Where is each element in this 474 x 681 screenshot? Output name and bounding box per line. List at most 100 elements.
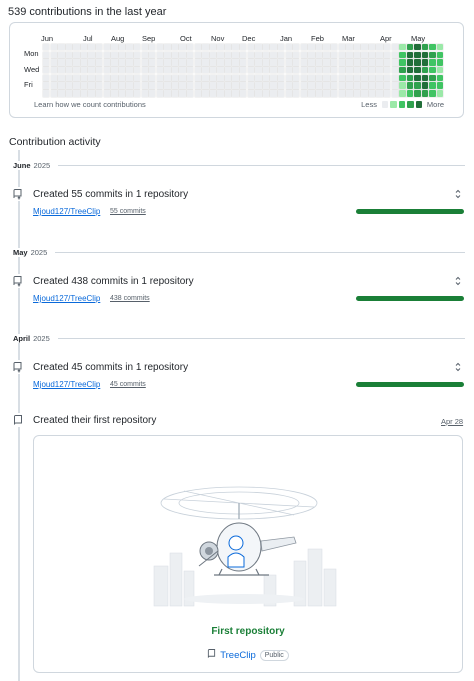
- contribution-day[interactable]: [246, 89, 256, 98]
- contribution-day[interactable]: [435, 42, 445, 52]
- contribution-day[interactable]: [94, 89, 104, 98]
- contribution-day[interactable]: [398, 50, 407, 60]
- contribution-day[interactable]: [367, 50, 377, 60]
- contribution-day[interactable]: [276, 73, 286, 83]
- contribution-day[interactable]: [87, 50, 96, 60]
- contribution-day[interactable]: [125, 42, 134, 52]
- contribution-day[interactable]: [94, 65, 104, 75]
- contribution-day[interactable]: [428, 73, 437, 83]
- contribution-day[interactable]: [117, 89, 127, 98]
- contribution-day[interactable]: [223, 42, 233, 52]
- contribution-day[interactable]: [208, 42, 218, 52]
- contribution-day[interactable]: [193, 81, 203, 90]
- contribution-day[interactable]: [292, 89, 301, 98]
- contribution-day[interactable]: [375, 81, 384, 90]
- contribution-day[interactable]: [261, 50, 271, 60]
- commit-count-link[interactable]: 45 commits: [110, 381, 146, 388]
- unfold-icon[interactable]: [453, 275, 463, 287]
- contribution-day[interactable]: [405, 58, 415, 67]
- contribution-day[interactable]: [405, 65, 415, 75]
- contribution-day[interactable]: [170, 73, 180, 83]
- contribution-day[interactable]: [360, 81, 369, 90]
- contribution-day[interactable]: [140, 73, 149, 83]
- contribution-day[interactable]: [94, 81, 104, 90]
- commit-count-link[interactable]: 438 commits: [110, 295, 150, 302]
- contribution-day[interactable]: [170, 81, 180, 90]
- contribution-day[interactable]: [57, 50, 66, 60]
- contribution-day[interactable]: [382, 73, 392, 83]
- contribution-day[interactable]: [367, 58, 377, 67]
- contribution-day[interactable]: [102, 42, 112, 52]
- contribution-day[interactable]: [64, 65, 74, 75]
- contribution-day[interactable]: [254, 81, 263, 90]
- contribution-day[interactable]: [49, 81, 59, 90]
- contribution-day[interactable]: [79, 42, 89, 52]
- contribution-day[interactable]: [269, 81, 278, 90]
- contribution-day[interactable]: [155, 89, 165, 98]
- contribution-day[interactable]: [345, 65, 354, 75]
- contribution-day[interactable]: [201, 50, 210, 60]
- contribution-day[interactable]: [41, 42, 51, 52]
- contribution-day[interactable]: [375, 73, 384, 83]
- contribution-day[interactable]: [360, 65, 369, 75]
- contribution-day[interactable]: [125, 73, 134, 83]
- contribution-day[interactable]: [41, 73, 51, 83]
- contribution-day[interactable]: [413, 73, 422, 83]
- contribution-day[interactable]: [292, 81, 301, 90]
- contribution-day[interactable]: [201, 81, 210, 90]
- contribution-day[interactable]: [254, 58, 263, 67]
- card-repo-link[interactable]: TreeClip: [220, 650, 256, 661]
- contribution-day[interactable]: [352, 42, 362, 52]
- contribution-day[interactable]: [246, 58, 256, 67]
- contribution-day[interactable]: [405, 81, 415, 90]
- contribution-day[interactable]: [337, 81, 347, 90]
- commit-count-link[interactable]: 55 commits: [110, 208, 146, 215]
- contribution-day[interactable]: [132, 58, 142, 67]
- contribution-day[interactable]: [79, 73, 89, 83]
- contribution-day[interactable]: [49, 89, 59, 98]
- contribution-day[interactable]: [435, 81, 445, 90]
- contribution-day[interactable]: [420, 50, 430, 60]
- contribution-day[interactable]: [94, 42, 104, 52]
- contribution-day[interactable]: [261, 42, 271, 52]
- contribution-day[interactable]: [292, 73, 301, 83]
- contribution-day[interactable]: [193, 42, 203, 52]
- contribution-day[interactable]: [261, 58, 271, 67]
- contribution-day[interactable]: [155, 58, 165, 67]
- contribution-day[interactable]: [398, 65, 407, 75]
- contribution-day[interactable]: [41, 89, 51, 98]
- contribution-day[interactable]: [87, 89, 96, 98]
- contribution-day[interactable]: [382, 81, 392, 90]
- contribution-day[interactable]: [223, 50, 233, 60]
- contribution-day[interactable]: [87, 42, 96, 52]
- contribution-day[interactable]: [382, 42, 392, 52]
- contribution-day[interactable]: [307, 81, 316, 90]
- unfold-icon[interactable]: [453, 188, 463, 200]
- contribution-day[interactable]: [79, 58, 89, 67]
- contribution-day[interactable]: [382, 65, 392, 75]
- contribution-day[interactable]: [360, 89, 369, 98]
- contribution-day[interactable]: [345, 50, 354, 60]
- contribution-day[interactable]: [276, 65, 286, 75]
- contribution-day[interactable]: [163, 50, 172, 60]
- contribution-day[interactable]: [246, 65, 256, 75]
- contribution-day[interactable]: [170, 65, 180, 75]
- contribution-day[interactable]: [254, 42, 263, 52]
- contribution-day[interactable]: [87, 73, 96, 83]
- contribution-day[interactable]: [329, 42, 339, 52]
- contribution-day[interactable]: [72, 89, 81, 98]
- contribution-day[interactable]: [292, 58, 301, 67]
- contribution-day[interactable]: [269, 73, 278, 83]
- contribution-day[interactable]: [428, 81, 437, 90]
- contribution-day[interactable]: [87, 65, 96, 75]
- contribution-day[interactable]: [435, 65, 445, 75]
- contribution-day[interactable]: [269, 42, 278, 52]
- activity-summary[interactable]: Created 45 commits in 1 repository: [33, 362, 188, 373]
- contribution-day[interactable]: [420, 58, 430, 67]
- contribution-day[interactable]: [405, 73, 415, 83]
- contribution-day[interactable]: [163, 81, 172, 90]
- contribution-day[interactable]: [102, 58, 112, 67]
- contribution-day[interactable]: [398, 81, 407, 90]
- contribution-day[interactable]: [193, 73, 203, 83]
- contribution-day[interactable]: [269, 65, 278, 75]
